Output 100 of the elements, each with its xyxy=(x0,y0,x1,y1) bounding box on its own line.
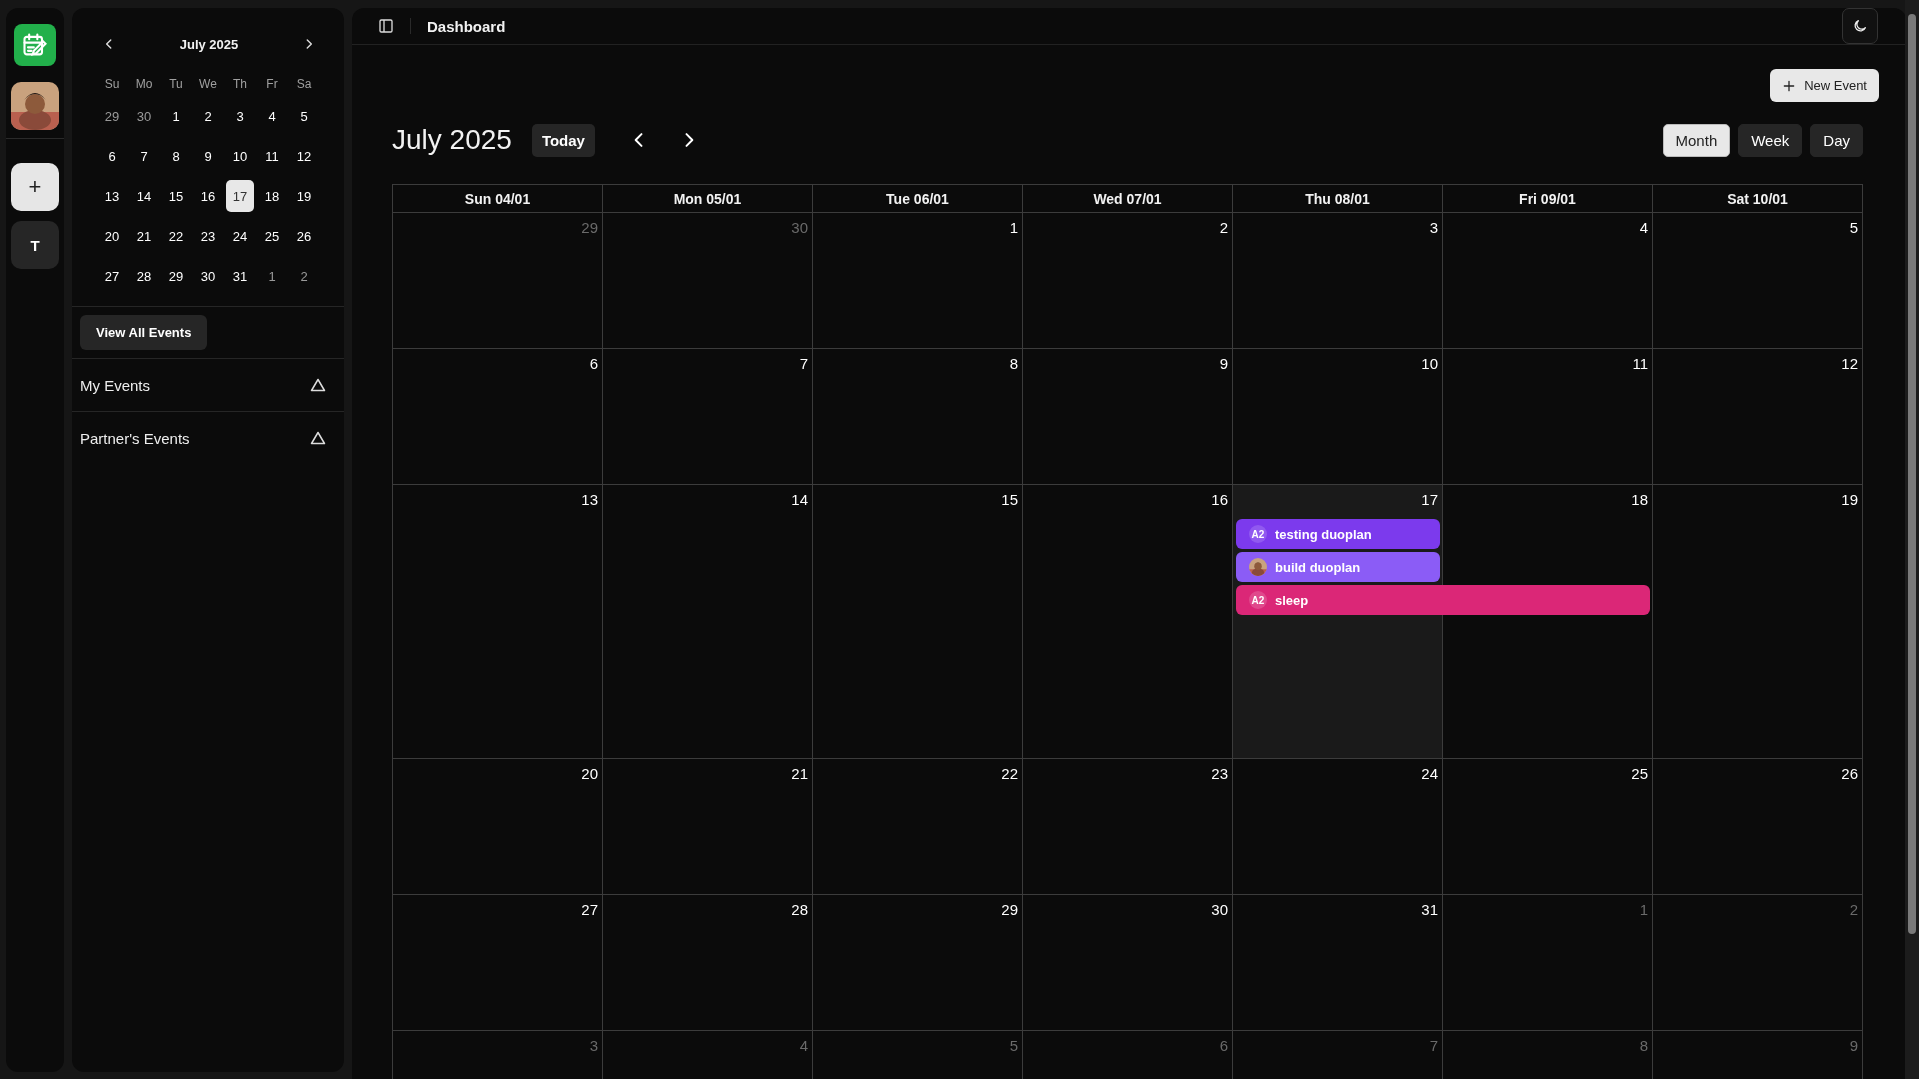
day-button[interactable]: 22 xyxy=(162,220,190,252)
view-tab[interactable]: Day xyxy=(1810,123,1863,157)
month-title: July 2025 xyxy=(179,36,239,52)
weekday-label: Fr xyxy=(265,76,279,92)
day-button[interactable]: 13 xyxy=(98,180,126,212)
avatar-initials: A2 xyxy=(1249,525,1267,543)
day-number: 5 xyxy=(1009,1037,1018,1054)
day-button[interactable]: 5 xyxy=(290,100,318,132)
new-event-button[interactable]: New Event xyxy=(1770,69,1879,102)
section-label: Partner's Events xyxy=(80,429,190,447)
day-number: 24 xyxy=(1421,765,1438,782)
app-logo[interactable] xyxy=(14,24,56,66)
day-number: 7 xyxy=(799,355,808,372)
day-button[interactable]: 26 xyxy=(290,220,318,252)
day-button[interactable]: 27 xyxy=(98,260,126,292)
today-button[interactable]: Today xyxy=(531,123,595,157)
day-number: 6 xyxy=(1219,1037,1228,1054)
triangle-icon xyxy=(310,431,326,445)
day-number: 3 xyxy=(589,1037,598,1054)
day-number: 29 xyxy=(581,219,598,236)
event-chip[interactable]: build duoplan xyxy=(1236,552,1440,582)
day-button[interactable]: 16 xyxy=(194,180,222,212)
day-button[interactable]: 25 xyxy=(258,220,286,252)
view-all-events-button[interactable]: View All Events xyxy=(80,315,208,350)
day-number: 8 xyxy=(1639,1037,1648,1054)
day-number: 30 xyxy=(791,219,808,236)
day-number: 9 xyxy=(1849,1037,1858,1054)
moon-icon xyxy=(1852,18,1868,34)
column-header: Mon 05/01 xyxy=(603,185,813,213)
calendar-title: July 2025 xyxy=(392,124,512,156)
day-button[interactable]: 18 xyxy=(258,180,286,212)
view-tab[interactable]: Month xyxy=(1662,123,1731,157)
day-button[interactable]: 2 xyxy=(194,100,222,132)
day-number: 29 xyxy=(1001,901,1018,918)
workspace-button[interactable]: T xyxy=(11,221,59,269)
day-button[interactable]: 14 xyxy=(130,180,158,212)
day-button[interactable]: 28 xyxy=(130,260,158,292)
weekday-label: Th xyxy=(232,76,248,92)
day-number: 8 xyxy=(1009,355,1018,372)
weekday-label: We xyxy=(198,76,218,92)
day-number: 4 xyxy=(1639,219,1648,236)
day-button[interactable]: 30 xyxy=(130,100,158,132)
day-number: 15 xyxy=(1001,491,1018,508)
day-button[interactable]: 3 xyxy=(226,100,254,132)
day-button[interactable]: 9 xyxy=(194,140,222,172)
column-header: Fri 09/01 xyxy=(1443,185,1653,213)
day-button[interactable]: 30 xyxy=(194,260,222,292)
theme-toggle-button[interactable] xyxy=(1842,8,1878,44)
day-button[interactable]: 12 xyxy=(290,140,318,172)
day-button[interactable]: 21 xyxy=(130,220,158,252)
day-number: 14 xyxy=(791,491,808,508)
scrollbar[interactable] xyxy=(1905,0,1919,1079)
day-button[interactable]: 1 xyxy=(258,260,286,292)
sidebar-toggle-button[interactable] xyxy=(378,18,394,34)
day-button[interactable]: 19 xyxy=(290,180,318,212)
day-number: 4 xyxy=(799,1037,808,1054)
day-button[interactable]: 4 xyxy=(258,100,286,132)
day-number: 6 xyxy=(589,355,598,372)
sidebar-icon xyxy=(378,18,394,34)
day-number: 25 xyxy=(1631,765,1648,782)
day-button[interactable]: 6 xyxy=(98,140,126,172)
day-number: 22 xyxy=(1001,765,1018,782)
section-header[interactable]: My Events xyxy=(72,358,344,411)
day-number: 1 xyxy=(1639,901,1648,918)
day-button[interactable]: 8 xyxy=(162,140,190,172)
event-chip[interactable]: A2 testing duoplan xyxy=(1236,519,1440,549)
event-title: sleep xyxy=(1275,592,1309,608)
day-number: 19 xyxy=(1841,491,1858,508)
event-title: build duoplan xyxy=(1275,559,1361,575)
plus-icon xyxy=(1782,78,1797,93)
day-number: 23 xyxy=(1211,765,1228,782)
day-number: 31 xyxy=(1421,901,1438,918)
day-button[interactable]: 11 xyxy=(258,140,286,172)
day-button[interactable]: 10 xyxy=(226,140,254,172)
day-number: 11 xyxy=(1632,355,1648,372)
day-button[interactable]: 17 xyxy=(226,180,254,212)
day-button[interactable]: 20 xyxy=(98,220,126,252)
day-button[interactable]: 7 xyxy=(130,140,158,172)
event-title: testing duoplan xyxy=(1275,526,1372,542)
day-button[interactable]: 2 xyxy=(290,260,318,292)
event-chip[interactable]: A2 sleep xyxy=(1236,585,1650,615)
day-button[interactable]: 29 xyxy=(98,100,126,132)
view-tab[interactable]: Week xyxy=(1738,123,1803,157)
day-number: 17 xyxy=(1421,491,1438,508)
weekday-label: Mo xyxy=(134,76,154,92)
day-number: 12 xyxy=(1841,355,1858,372)
day-button[interactable]: 1 xyxy=(162,100,190,132)
day-button[interactable]: 29 xyxy=(162,260,190,292)
day-number: 7 xyxy=(1429,1037,1438,1054)
day-number: 27 xyxy=(581,901,598,918)
section-header[interactable]: Partner's Events xyxy=(72,411,344,464)
day-number: 30 xyxy=(1211,901,1228,918)
day-button[interactable]: 23 xyxy=(194,220,222,252)
day-number: 2 xyxy=(1849,901,1858,918)
weekday-label: Sa xyxy=(295,76,313,92)
day-button[interactable]: 31 xyxy=(226,260,254,292)
day-button[interactable]: 24 xyxy=(226,220,254,252)
day-button[interactable]: 15 xyxy=(162,180,190,212)
add-button[interactable]: + xyxy=(11,163,59,211)
column-header: Thu 08/01 xyxy=(1233,185,1443,213)
